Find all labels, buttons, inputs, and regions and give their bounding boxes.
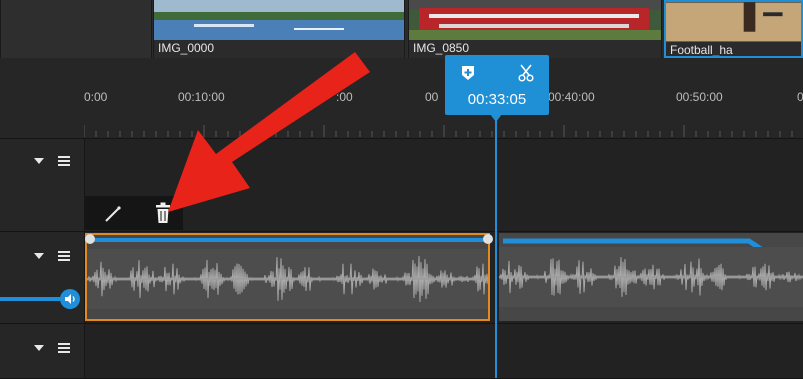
thumbnail-image-lake xyxy=(154,0,404,40)
hamburger-menu-icon[interactable] xyxy=(58,156,70,166)
annotation-arrow-icon xyxy=(168,52,370,212)
ruler-tick-label: 00 xyxy=(425,90,439,104)
track-volume-slider[interactable] xyxy=(0,297,64,301)
track-header xyxy=(0,324,85,378)
hamburger-menu-icon[interactable] xyxy=(58,251,70,261)
track-3 xyxy=(0,324,803,379)
playhead-line[interactable] xyxy=(495,110,497,378)
media-thumbnail-selected[interactable]: Football_ha xyxy=(664,0,803,58)
thumbnail-image-field xyxy=(666,2,801,42)
track-header xyxy=(0,139,85,231)
ruler-tick-label: 00:50:00 xyxy=(676,90,723,104)
chevron-down-icon[interactable] xyxy=(34,345,44,351)
ruler-tick-label: 0 xyxy=(797,90,803,104)
scissors-icon[interactable] xyxy=(517,64,535,82)
playhead-pointer xyxy=(490,114,502,122)
thumbnail-image-team xyxy=(409,0,661,40)
thumbnail-caption: Football_ha xyxy=(670,43,733,57)
track-header xyxy=(0,232,85,323)
speaker-icon xyxy=(65,294,75,304)
hamburger-menu-icon[interactable] xyxy=(58,343,70,353)
ruler-tick-label: 0:00 xyxy=(84,90,108,104)
audio-clip-selected[interactable] xyxy=(85,233,493,321)
marker-add-icon[interactable] xyxy=(459,64,477,82)
volume-knob[interactable] xyxy=(60,289,80,309)
media-bin-empty-slot xyxy=(0,0,152,58)
thumbnail-caption: IMG_0850 xyxy=(413,41,470,55)
chevron-down-icon[interactable] xyxy=(34,253,44,259)
clip-trim-handle-left[interactable] xyxy=(85,234,95,244)
pencil-icon[interactable] xyxy=(103,204,123,224)
clip-trim-handle-right[interactable] xyxy=(483,234,493,244)
chevron-down-icon[interactable] xyxy=(34,158,44,164)
media-bin-strip: IMG_0000 IMG_0850 Football_ha xyxy=(0,0,803,58)
media-thumbnail[interactable]: IMG_0850 xyxy=(408,0,662,58)
playhead-head[interactable]: 00:33:05 xyxy=(445,55,549,115)
audio-waveform xyxy=(499,247,803,307)
audio-clip[interactable] xyxy=(499,233,803,321)
playhead-timecode: 00:33:05 xyxy=(467,91,527,108)
audio-waveform xyxy=(87,249,488,309)
ruler-tick-label: 00:40:00 xyxy=(548,90,595,104)
